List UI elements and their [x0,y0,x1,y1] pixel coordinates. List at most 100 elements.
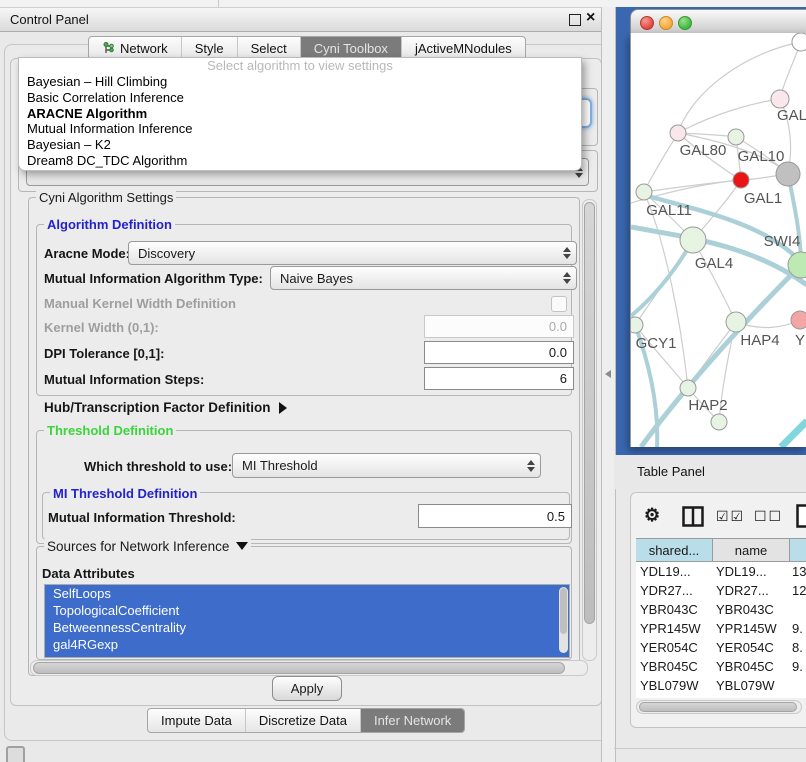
network-node-gal80[interactable] [670,125,686,141]
network-edge[interactable] [644,133,678,192]
apply-button[interactable]: Apply [272,676,342,701]
attribute-item[interactable]: gal4RGexp [45,636,569,653]
node-label: GAL80 [680,142,727,159]
network-graph: GALGAL80GAL10GAL1GAL11GAL4SWI4GCY1HAP4YH… [631,33,806,447]
table-cell: YBR043C [636,602,712,617]
attributes-scrollbar[interactable] [559,587,568,653]
table-row[interactable]: YDL19...YDL19...13 [636,562,806,581]
checked-boxes-icon[interactable]: ☑☑ [716,508,745,525]
node-label: SWI4 [764,233,801,250]
table-cell: YDL19... [712,564,788,579]
table-row[interactable]: YBL079WYBL079W [636,676,806,695]
network-node-gal[interactable] [771,90,789,108]
tab-discretize-data[interactable]: Discretize Data [246,709,361,732]
table-row[interactable]: YLR345WYLR345W9. [636,695,806,698]
settings-scrollbar-thumb[interactable] [584,202,595,624]
table-row[interactable]: YBR043CYBR043C [636,600,806,619]
hub-definition-toggle[interactable]: Hub/Transcription Factor Definition [44,400,287,415]
column-header-name[interactable]: name [713,539,790,561]
network-window-titlebar[interactable] [630,9,806,35]
attributes-scrollbar-thumb[interactable] [560,588,567,634]
apply-button-label: Apply [291,681,324,696]
table-hscrollbar-thumb[interactable] [639,702,797,712]
mi-type-label: Mutual Information Algorithm Type: [44,271,263,286]
node-attribute-table[interactable]: shared...nameA YDL19...YDL19...13YDR27..… [636,538,806,698]
attribute-item[interactable]: TopologicalCoefficient [45,602,569,619]
unchecked-boxes-icon[interactable]: ☐☐ [754,508,783,525]
table-cell: YDR27... [712,583,788,598]
network-view-canvas[interactable]: GALGAL80GAL10GAL1GAL11GAL4SWI4GCY1HAP4YH… [630,33,806,447]
network-node-y[interactable] [791,311,806,329]
column-header-shared[interactable]: shared... [636,539,713,561]
splitter-grip-icon[interactable] [605,370,611,378]
close-icon[interactable]: × [586,9,595,27]
table-cell: YBL079W [636,678,712,693]
aracne-mode-combo[interactable]: Discovery [128,241,577,265]
network-node-gcy1[interactable] [631,317,643,333]
algorithm-option[interactable]: ARACNE Algorithm [19,106,581,122]
algorithm-option[interactable]: Bayesian – K2 [19,137,581,153]
attribute-item[interactable] [45,653,569,658]
mi-threshold-label: Mutual Information Threshold: [48,510,236,525]
kernel-width-value: 0.0 [549,319,567,334]
node-label: GCY1 [636,335,677,352]
algorithm-option[interactable]: Bayesian – Hill Climbing [19,74,581,90]
tab-infer-network[interactable]: Infer Network [361,709,464,732]
settings-hscrollbar-thumb[interactable] [33,662,565,674]
window-zoom-traffic-icon[interactable] [678,16,692,30]
table-row[interactable]: YPR145WYPR145W9. [636,619,806,638]
network-edge[interactable] [631,240,693,316]
algorithm-option[interactable]: Mutual Information Inference [19,121,581,137]
table-cell: 9. [788,621,806,636]
algorithm-dropdown-popup: Select algorithm to view settings Bayesi… [18,57,582,171]
table-cell: 12 [788,583,806,598]
network-node-hap2[interactable] [680,380,696,396]
network-node[interactable] [776,162,800,186]
panel-splitter[interactable] [601,7,616,762]
network-node[interactable] [792,33,806,51]
dpi-tolerance-field[interactable]: 0.0 [424,341,574,364]
collapsed-panel-icon[interactable] [6,746,25,762]
split-column-icon[interactable] [682,506,704,527]
algorithm-option[interactable]: Basic Correlation Inference [19,90,581,106]
network-edge[interactable] [693,240,736,322]
mi-steps-field[interactable]: 6 [424,367,574,390]
tab-impute-data[interactable]: Impute Data [148,709,246,732]
network-node-gal1[interactable] [733,172,749,188]
attribute-item[interactable]: SelfLoops [45,585,569,602]
top-strip-divider [218,0,219,7]
table-row[interactable]: YER054CYER054C8. [636,638,806,657]
which-threshold-combo[interactable]: MI Threshold [232,453,541,478]
kernel-width-field[interactable]: 0.0 [424,315,574,338]
network-edge[interactable] [644,192,688,388]
attribute-item[interactable]: BetweennessCentrality [45,619,569,636]
file-icon[interactable] [796,504,806,528]
network-node[interactable] [711,414,727,430]
column-header-A[interactable]: A [790,539,806,561]
table-row[interactable]: YBR045CYBR045C9. [636,657,806,676]
network-node-gal11[interactable] [636,184,652,200]
manual-kernel-checkbox[interactable] [551,296,567,312]
application-window: Control Panel × NetworkStyleSelectCyni T… [0,0,806,762]
network-node-hap4[interactable] [726,312,746,332]
table-cell: YDR27... [636,583,712,598]
table-hscrollbar[interactable] [636,700,802,714]
network-node-gal10[interactable] [728,129,744,145]
network-node-gal4[interactable] [680,227,706,253]
network-edge[interactable] [781,421,806,447]
table-cell: YPR145W [712,621,788,636]
table-cell: YBR045C [636,659,712,674]
settings-scrollbar[interactable] [582,199,597,661]
table-row[interactable]: YDR27...YDR27...12 [636,581,806,600]
algorithm-definition-title: Algorithm Definition [44,217,175,232]
sources-toggle[interactable]: Sources for Network Inference [44,539,251,554]
float-window-icon[interactable] [569,14,581,26]
settings-hscrollbar[interactable] [30,660,588,676]
gear-icon[interactable]: ⚙ [644,505,660,526]
window-minimize-traffic-icon[interactable] [659,16,673,30]
mi-threshold-field[interactable]: 0.5 [418,504,572,528]
window-close-traffic-icon[interactable] [640,16,654,30]
mi-type-combo[interactable]: Naive Bayes [270,266,577,290]
algorithm-option[interactable]: Dream8 DC_TDC Algorithm [19,153,581,169]
control-panel-title: Control Panel [10,12,89,27]
